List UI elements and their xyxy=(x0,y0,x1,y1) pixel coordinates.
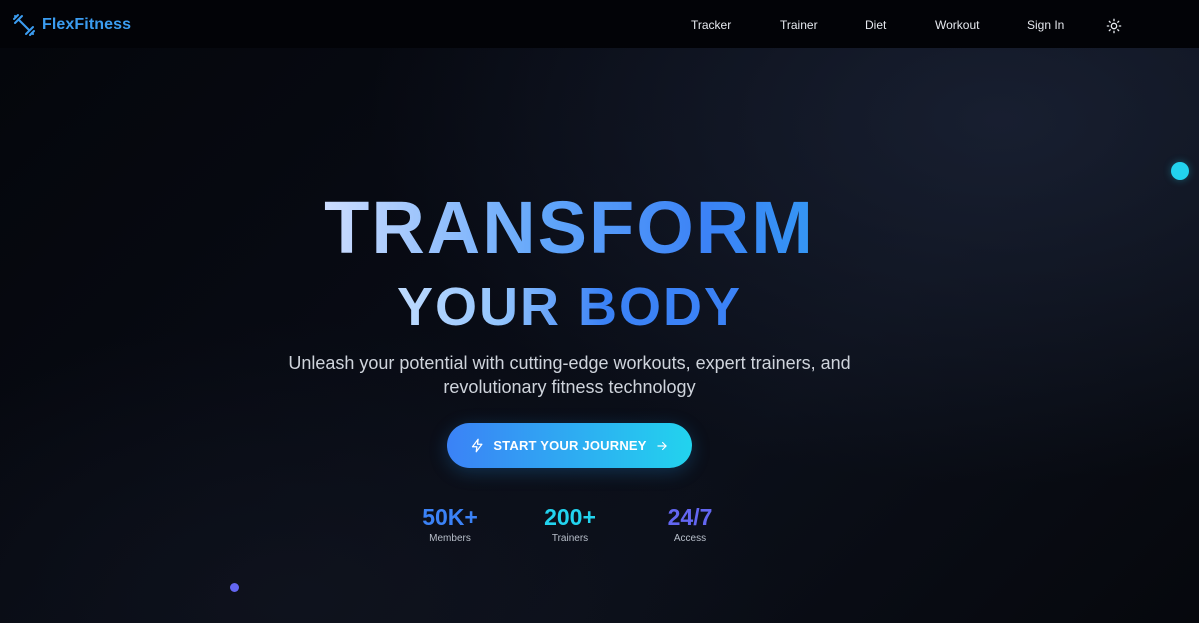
stat-access: 24/7 Access xyxy=(630,503,750,544)
stat-value: 200+ xyxy=(544,504,596,530)
start-journey-button[interactable]: START YOUR JOURNEY xyxy=(447,423,692,468)
stat-members: 50K+ Members xyxy=(390,503,510,544)
brand-name: FlexFitness xyxy=(42,16,132,33)
hero-subtitle-line1: Unleash your potential with cutting-edge… xyxy=(288,353,851,373)
nav-link-trainer[interactable]: Trainer xyxy=(780,18,818,32)
hero-title-line2-wrap: YOUR BODY xyxy=(0,276,1139,338)
hero-subtitle: Unleash your potential with cutting-edge… xyxy=(0,351,1139,399)
stat-value: 50K+ xyxy=(422,504,478,530)
stat-label: Access xyxy=(673,533,707,544)
sun-icon[interactable] xyxy=(1106,18,1122,34)
arrow-right-icon xyxy=(657,441,667,450)
lightning-icon xyxy=(472,438,483,453)
hero-title-line2: YOUR BODY xyxy=(396,277,743,337)
nav-link-sign-in[interactable]: Sign In xyxy=(1027,18,1064,32)
nav-link-diet[interactable]: Diet xyxy=(865,18,886,32)
page: FlexFitness Tracker Trainer Diet Workout… xyxy=(0,0,1199,623)
stat-label: Members xyxy=(429,533,471,544)
top-navbar: FlexFitness Tracker Trainer Diet Workout… xyxy=(0,0,1199,48)
start-journey-label: START YOUR JOURNEY xyxy=(493,438,647,453)
brand-logo[interactable]: FlexFitness xyxy=(12,13,131,37)
stat-label: Trainers xyxy=(551,533,589,544)
dumbbell-icon xyxy=(13,14,35,36)
decorative-dot-purple xyxy=(230,583,239,592)
decorative-dot-cyan xyxy=(1171,162,1189,180)
hero-subtitle-line2: revolutionary fitness technology xyxy=(443,377,696,397)
nav-link-tracker[interactable]: Tracker xyxy=(691,18,731,32)
stat-value: 24/7 xyxy=(667,504,713,530)
stat-trainers: 200+ Trainers xyxy=(510,503,630,544)
nav-link-workout[interactable]: Workout xyxy=(935,18,979,32)
hero-title-line1: TRANSFORM xyxy=(0,186,1139,270)
